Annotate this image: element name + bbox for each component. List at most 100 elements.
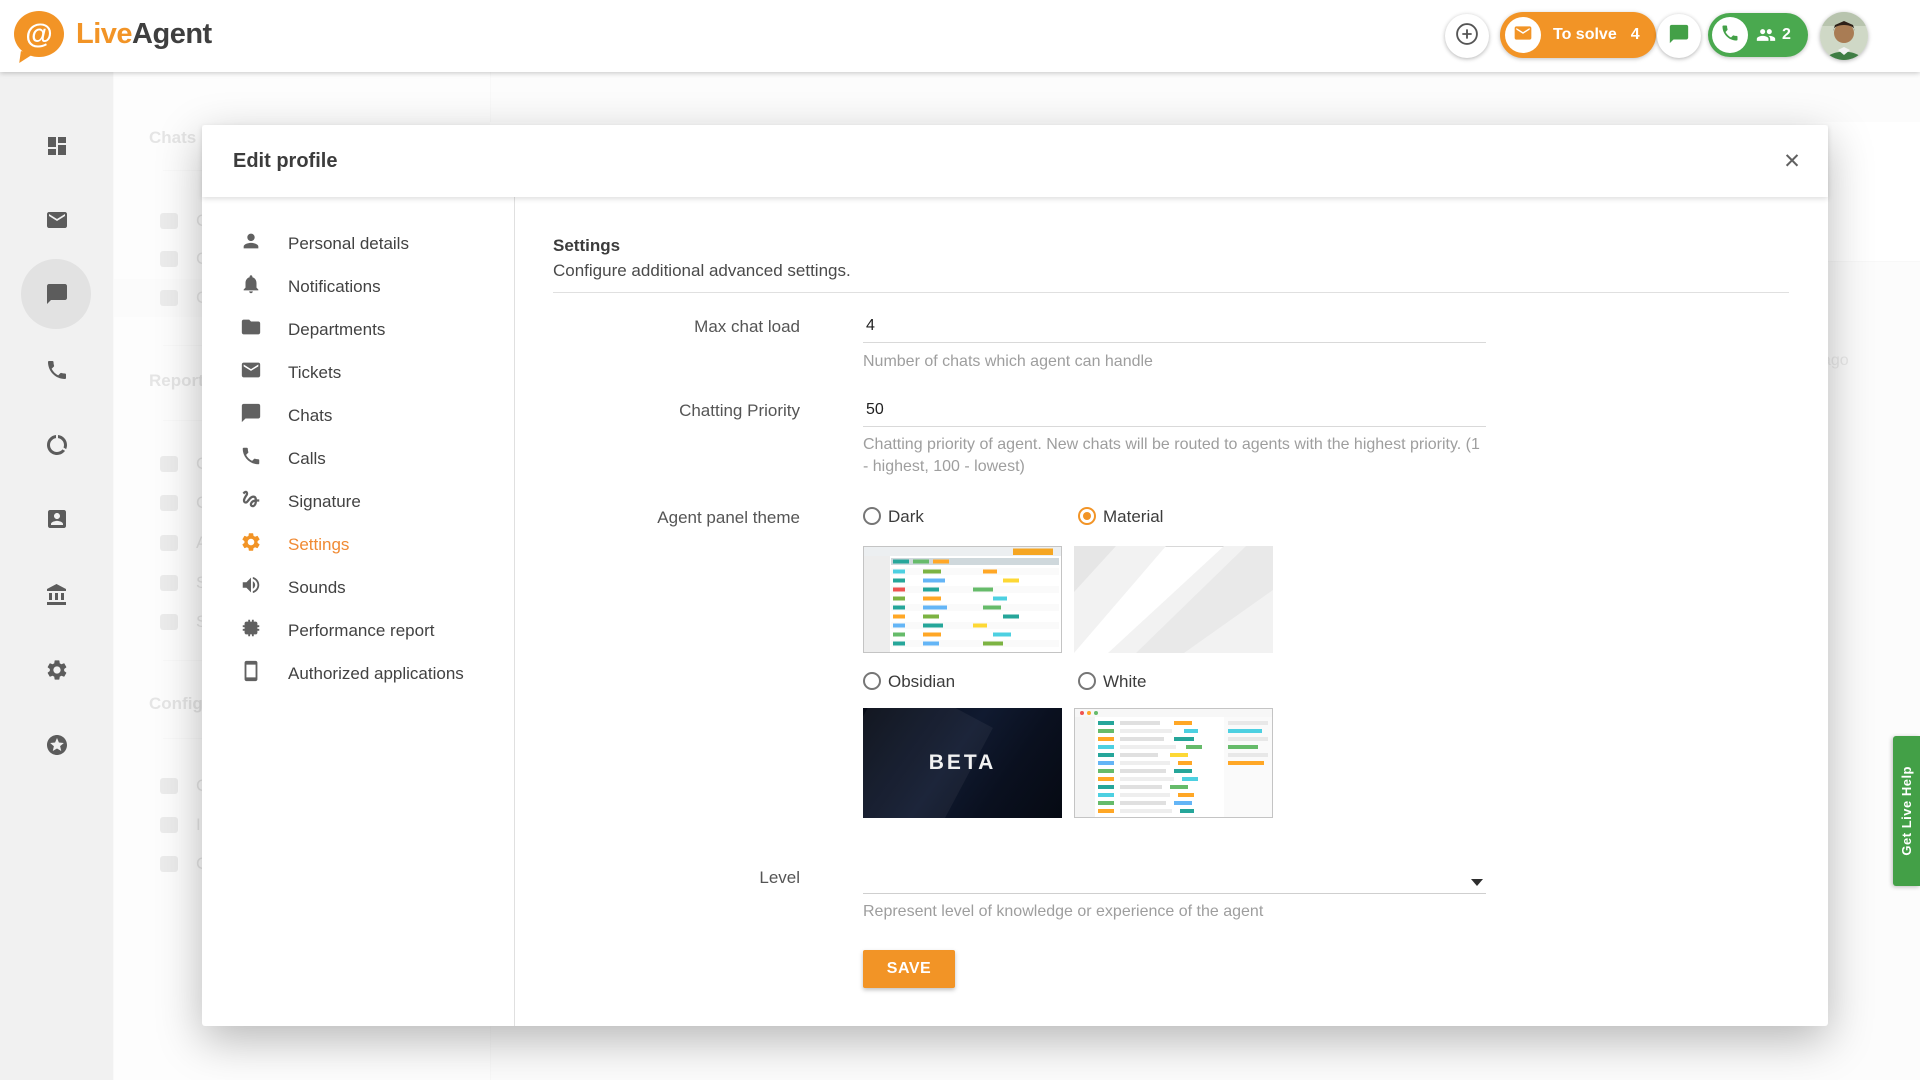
speaker-icon [240,574,262,601]
nav-item-label: Settings [288,534,350,554]
nav-item-departments[interactable]: Departments [202,308,514,351]
nav-item-calls[interactable]: Calls [202,437,514,480]
logo-agent: Agent [132,17,212,50]
nav-item-label: Personal details [288,233,409,253]
nav-item-authorized-applications[interactable]: Authorized applications [202,652,514,695]
envelope-icon [1513,23,1533,48]
theme-preview-material[interactable] [1074,546,1273,653]
theme-preview-obsidian[interactable]: BETA [863,708,1062,818]
chip-icon [240,617,262,644]
radio-theme-dark[interactable] [863,507,881,525]
add-button[interactable] [1445,14,1489,58]
contacts-icon[interactable] [44,506,70,532]
top-bar: @ LiveAgent To solve 4 2 [0,0,1920,72]
nav-item-label: Performance report [288,620,435,640]
radio-theme-obsidian[interactable] [863,672,881,690]
chat-icon [240,402,262,429]
phone-icon [1720,23,1740,48]
select-underline [863,893,1486,894]
folder-icon [240,316,262,343]
logo-at: @ [25,18,53,49]
close-icon[interactable]: ✕ [1778,147,1806,175]
mail-icon [240,359,262,386]
beta-badge: BETA [928,751,997,774]
nav-item-performance-report[interactable]: Performance report [202,609,514,652]
level-label: Level [759,868,800,887]
max-chat-load-label: Max chat load [694,317,800,336]
liveagent-logo[interactable]: @ LiveAgent [14,11,212,57]
chats-icon[interactable] [44,281,70,307]
get-live-help-tab[interactable]: Get Live Help [1893,736,1920,886]
chat-bubble-icon [1668,23,1690,50]
max-chat-load-input[interactable]: 4 [866,317,875,335]
theme-preview-white[interactable] [1074,708,1273,818]
radio-label-material[interactable]: Material [1103,507,1163,527]
nav-item-notifications[interactable]: Notifications [202,265,514,308]
gear-icon [240,531,262,558]
input-underline [863,426,1486,427]
nav-item-signature[interactable]: Signature [202,480,514,523]
people-icon [1756,25,1776,45]
agent-panel-theme-label: Agent panel theme [657,508,800,527]
nav-item-label: Notifications [288,276,381,296]
radio-theme-white[interactable] [1078,672,1096,690]
input-underline [863,342,1486,343]
chatting-priority-input[interactable]: 50 [866,401,884,419]
nav-item-settings[interactable]: Settings [202,523,514,566]
nav-item-tickets[interactable]: Tickets [202,351,514,394]
modal-header: Edit profile ✕ [202,125,1828,197]
settings-heading: Settings [553,236,621,255]
logo-live: Live [76,17,133,50]
calls-icon[interactable] [44,357,70,383]
theme-preview-dark[interactable] [863,546,1062,653]
to-solve-count: 4 [1630,26,1640,43]
modal-title: Edit profile [233,150,338,172]
settings-icon[interactable] [44,657,70,683]
nav-item-label: Authorized applications [288,663,464,683]
radio-label-dark[interactable]: Dark [888,507,924,527]
nav-item-personal-details[interactable]: Personal details [202,222,514,265]
settings-subheading: Configure additional advanced settings. [553,261,851,280]
save-button[interactable]: SAVE [863,950,955,988]
nav-item-label: Tickets [288,362,342,382]
online-agents-count: 2 [1782,26,1791,43]
starred-icon[interactable] [44,732,70,758]
chatting-priority-help: Chatting priority of agent. New chats wi… [863,436,1480,475]
nav-item-label: Departments [288,319,386,339]
nav-item-label: Calls [288,448,326,468]
smartphone-icon [240,660,262,687]
logo-text: LiveAgent [76,18,212,51]
company-icon[interactable] [44,582,70,608]
primary-sidebar [0,72,114,1080]
to-solve-button[interactable]: To solve 4 [1500,12,1656,58]
phone-badge [1712,17,1748,53]
radio-label-obsidian[interactable]: Obsidian [888,672,955,692]
envelope-badge [1505,17,1541,53]
to-solve-label: To solve [1553,26,1617,43]
radio-theme-material[interactable] [1078,507,1096,525]
max-chat-load-help: Number of chats which agent can handle [863,353,1153,370]
level-help: Represent level of knowledge or experien… [863,903,1264,920]
nav-item-label: Chats [288,405,333,425]
chats-toggle-button[interactable] [1657,14,1701,58]
mail-icon[interactable] [44,207,70,233]
signature-icon [240,488,262,515]
chevron-down-icon[interactable] [1471,879,1483,886]
divider [553,292,1789,293]
nav-item-sounds[interactable]: Sounds [202,566,514,609]
bell-icon [240,273,262,300]
nav-item-label: Sounds [288,577,346,597]
chatting-priority-label: Chatting Priority [679,401,800,420]
reports-icon[interactable] [44,432,70,458]
user-avatar[interactable] [1820,12,1868,60]
logo-bubble-icon: @ [14,11,64,57]
radio-label-white[interactable]: White [1103,672,1146,692]
person-icon [240,230,262,257]
calls-widget[interactable]: 2 [1708,13,1808,57]
nav-item-chats[interactable]: Chats [202,394,514,437]
plus-circle-icon [1453,20,1481,53]
nav-item-label: Signature [288,491,361,511]
dashboard-icon[interactable] [44,133,70,159]
modal-nav: Personal details Notifications Departmen… [202,222,514,695]
get-live-help-label: Get Live Help [1899,766,1914,856]
